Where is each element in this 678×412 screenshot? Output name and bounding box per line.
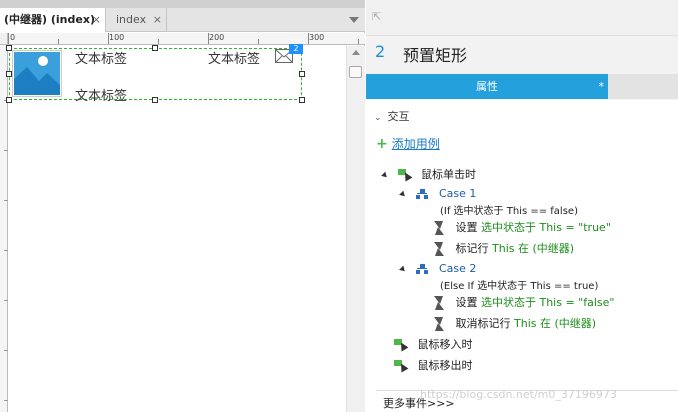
- case-condition: (If 选中状态于 This == false): [440, 206, 578, 217]
- case-1[interactable]: Case 1: [399, 187, 477, 200]
- case-name: Case 1: [439, 187, 477, 200]
- design-canvas[interactable]: [9, 46, 345, 412]
- interaction-section-header[interactable]: ⌄ 交互: [374, 108, 410, 124]
- ruler-tick: [308, 33, 309, 44]
- ruler-tick: [4, 300, 8, 301]
- ruler-tick: [4, 250, 8, 251]
- ruler-tick: [158, 39, 159, 44]
- ruler-tick: [4, 350, 8, 351]
- inspector-pane: ⇱ 2 预置矩形 属性 * ⌄ 交互 + 添加用例 鼠标单击时 Case 1 (…: [366, 0, 678, 412]
- lightning-icon: [432, 242, 444, 256]
- case-name: Case 2: [439, 262, 477, 275]
- section-title: 交互: [387, 110, 410, 123]
- tab-properties[interactable]: 属性 *: [366, 74, 608, 99]
- ruler-tick-label: 0: [10, 33, 16, 42]
- event-mouse-leave[interactable]: 鼠标移出时: [394, 357, 473, 373]
- scroll-up-icon[interactable]: [352, 50, 360, 55]
- event-cursor-icon: [394, 360, 409, 373]
- lightning-icon: [432, 296, 444, 310]
- ruler-tick: [108, 33, 109, 44]
- chevron-down-icon: ⌄: [374, 113, 382, 123]
- ruler-corner: [0, 33, 8, 45]
- action-verb: 设置: [455, 296, 478, 309]
- document-tab-bar: (中继器) (index) × index ×: [0, 8, 365, 32]
- action-verb: 标记行: [455, 242, 489, 255]
- ruler-tick: [358, 39, 359, 44]
- ruler-tick: [58, 39, 59, 44]
- action-detail: 选中状态于 This = "true": [481, 221, 611, 234]
- close-icon[interactable]: ×: [153, 8, 162, 32]
- ruler-tick: [208, 33, 209, 44]
- action-row[interactable]: 取消标记行 This 在 (中继器): [432, 315, 596, 331]
- ruler-tick: [258, 39, 259, 44]
- event-mouse-enter[interactable]: 鼠标移入时: [394, 336, 473, 352]
- resize-handle[interactable]: [299, 97, 305, 103]
- ruler-tick-label: 300: [309, 33, 325, 42]
- resize-handle[interactable]: [299, 71, 305, 77]
- add-case-label: 添加用例: [391, 137, 440, 151]
- vertical-scrollbar[interactable]: [346, 46, 365, 412]
- inspector-tabs: 属性 *: [366, 74, 678, 99]
- lightning-icon: [432, 221, 444, 235]
- expand-triangle-icon[interactable]: [399, 190, 407, 198]
- tab-label: (中继器) (index): [4, 13, 95, 26]
- action-row[interactable]: 设置 选中状态于 This = "true": [432, 219, 611, 235]
- event-cursor-icon: [394, 339, 409, 352]
- expand-triangle-icon[interactable]: [399, 265, 407, 273]
- ruler-tick: [4, 400, 8, 401]
- resize-handle[interactable]: [6, 97, 12, 103]
- case-2[interactable]: Case 2: [399, 262, 477, 275]
- case-icon: [415, 189, 428, 199]
- lightning-icon: [432, 317, 444, 331]
- ruler-tick-label: 100: [109, 33, 125, 42]
- resize-handle[interactable]: [152, 45, 158, 51]
- widget-number: 2: [375, 42, 386, 61]
- action-detail: 选中状态于 This = "false": [481, 296, 615, 309]
- plus-icon: +: [376, 136, 388, 152]
- tab-label: index: [116, 13, 147, 26]
- ruler-tick: [4, 150, 8, 151]
- event-onclick[interactable]: 鼠标单击时: [381, 166, 476, 182]
- action-verb: 设置: [455, 221, 478, 234]
- ruler-tick: [8, 33, 9, 44]
- action-detail: This 在 (中继器): [514, 317, 597, 330]
- tab-label: 属性: [476, 80, 498, 93]
- expand-triangle-icon[interactable]: [381, 171, 389, 179]
- image-placeholder-icon[interactable]: [12, 50, 62, 97]
- action-detail: This 在 (中继器): [492, 242, 575, 255]
- action-verb: 取消标记行: [455, 317, 511, 330]
- tab-repeater-index[interactable]: (中继器) (index) ×: [0, 8, 106, 32]
- watermark: https://blog.csdn.net/m0_37196973: [420, 388, 617, 401]
- event-label: 鼠标移出时: [417, 359, 473, 372]
- scroll-thumb[interactable]: [349, 66, 362, 78]
- event-cursor-icon: [397, 169, 412, 182]
- event-label: 鼠标移入时: [417, 338, 473, 351]
- ruler-tick-label: 200: [209, 33, 225, 42]
- inspector-content: ⌄ 交互 + 添加用例 鼠标单击时 Case 1 (If 选中状态于 This =…: [366, 100, 678, 412]
- ruler-tick: [4, 200, 8, 201]
- text-label[interactable]: 文本标签: [75, 48, 127, 67]
- modified-star: *: [598, 80, 605, 93]
- add-case-link[interactable]: + 添加用例: [376, 135, 440, 152]
- action-row[interactable]: 设置 选中状态于 This = "false": [432, 294, 614, 310]
- collapse-icon[interactable]: ⇱: [372, 10, 381, 23]
- canvas-pane: (中继器) (index) × index × 0 100 200 300 文本…: [0, 0, 365, 412]
- event-label: 鼠标单击时: [421, 168, 476, 181]
- inspector-header: 2 预置矩形: [366, 36, 678, 72]
- tab-index[interactable]: index ×: [107, 8, 167, 32]
- case-condition: (Else If 选中状态于 This == true): [440, 281, 599, 292]
- close-icon[interactable]: ×: [92, 8, 101, 32]
- text-label[interactable]: 文本标签: [75, 85, 127, 104]
- text-label[interactable]: 文本标签: [208, 48, 260, 67]
- resize-handle[interactable]: [152, 97, 158, 103]
- chevron-down-icon[interactable]: [349, 17, 359, 23]
- widget-name[interactable]: 预置矩形: [403, 42, 467, 66]
- case-icon: [415, 264, 428, 274]
- inspector-top-bar: ⇱: [366, 0, 678, 36]
- action-row[interactable]: 标记行 This 在 (中继器): [432, 240, 574, 256]
- top-strip: [0, 0, 365, 8]
- horizontal-ruler: 0 100 200 300: [8, 33, 365, 45]
- badge: 2: [289, 44, 303, 54]
